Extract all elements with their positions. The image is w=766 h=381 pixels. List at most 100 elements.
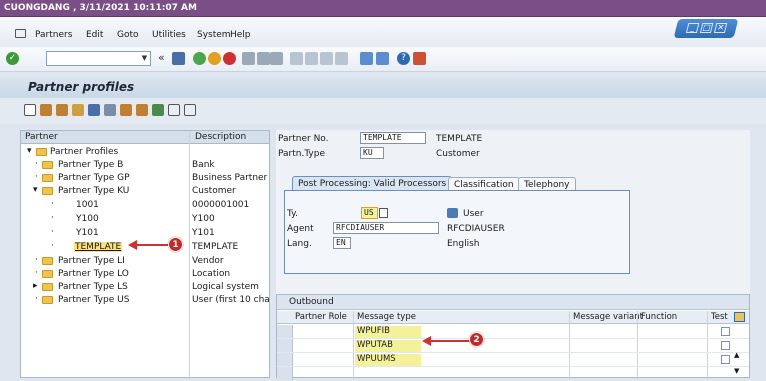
table-settings-icon[interactable] <box>734 312 745 322</box>
tree-node-y101[interactable]: · Y101 Y101 <box>21 227 269 239</box>
change-icon[interactable] <box>40 104 52 116</box>
row-selector[interactable] <box>277 325 293 338</box>
row-selector[interactable] <box>277 353 293 366</box>
display-icon[interactable] <box>56 104 68 116</box>
row-selector[interactable] <box>277 339 293 352</box>
language-field[interactable]: EN <box>333 237 351 249</box>
tree-desc: Bank <box>192 160 215 170</box>
delete-icon[interactable] <box>88 104 100 116</box>
check-icon[interactable] <box>104 104 116 116</box>
tree-desc: User (first 10 chara <box>192 295 269 305</box>
find-icon[interactable] <box>257 52 270 65</box>
refresh-icon[interactable] <box>152 104 164 116</box>
help-icon[interactable]: ? <box>397 52 410 65</box>
print-icon[interactable] <box>242 52 255 65</box>
folder-icon <box>42 283 53 291</box>
col-partner-role[interactable]: Partner Role <box>295 312 347 322</box>
tree-node-type-us[interactable]: · Partner Type US User (first 10 chara <box>21 294 269 306</box>
tree-node-type-ku[interactable]: ▾ Partner Type KU Customer <box>21 185 269 197</box>
menu-system[interactable]: System <box>197 30 231 40</box>
window-title-bar: CUONGDANG , 3/11/2021 10:11:07 AM <box>0 0 766 17</box>
message-type-cell: WPUTAB <box>355 340 421 352</box>
table-row[interactable]: WPUFIB <box>277 325 749 339</box>
col-message-type[interactable]: Message type <box>357 312 416 322</box>
table-row[interactable] <box>277 367 749 381</box>
test-checkbox[interactable] <box>721 341 730 350</box>
back-icon[interactable] <box>193 52 206 65</box>
collapsed-triangle-icon[interactable]: ▸ <box>33 281 38 291</box>
tree-node-root[interactable]: ▾ Partner Profiles <box>21 146 269 158</box>
expand-icon[interactable] <box>168 104 180 116</box>
agent-label: Agent <box>287 224 314 234</box>
next-page-icon[interactable] <box>320 52 333 65</box>
annotation-arrow-2 <box>430 340 470 342</box>
tab-telephony[interactable]: Telephony <box>518 177 576 191</box>
cancel-icon[interactable] <box>223 52 236 65</box>
tree-node-1001[interactable]: · 1001 0000001001 <box>21 199 269 211</box>
test-checkbox[interactable] <box>721 355 730 364</box>
command-field[interactable] <box>46 51 151 66</box>
first-page-icon[interactable] <box>290 52 303 65</box>
tree-desc: Y100 <box>192 214 215 224</box>
tree-node-type-ls[interactable]: ▸ Partner Type LS Logical system <box>21 281 269 293</box>
tree-node-type-li[interactable]: · Partner Type LI Vendor <box>21 255 269 267</box>
last-page-icon[interactable] <box>335 52 348 65</box>
menu-utilities[interactable]: Utilities <box>152 30 186 40</box>
exit-icon[interactable] <box>208 52 221 65</box>
copy-icon[interactable] <box>72 104 84 116</box>
partner-type-field[interactable]: KU <box>360 147 384 159</box>
col-message-variant[interactable]: Message variant <box>573 312 643 322</box>
scroll-down-icon[interactable]: ▼ <box>734 367 739 375</box>
col-test[interactable]: Test <box>711 312 728 322</box>
enter-check-icon[interactable]: ✓ <box>6 52 19 65</box>
tree-desc: Y101 <box>192 228 215 238</box>
tab-post-processing[interactable]: Post Processing: Valid Processors <box>292 176 453 190</box>
find-next-icon[interactable] <box>270 52 283 65</box>
maximize-icon[interactable]: □ <box>699 23 714 33</box>
partner-no-field[interactable]: TEMPLATE <box>360 132 426 144</box>
tree-node-type-b[interactable]: · Partner Type B Bank <box>21 159 269 171</box>
annotation-badge-2: 2 <box>469 332 484 347</box>
command-dropdown-icon[interactable]: ▼ <box>138 51 151 66</box>
col-function[interactable]: Function <box>641 312 677 322</box>
menu-goto[interactable]: Goto <box>117 30 139 40</box>
type-field[interactable]: US <box>361 207 378 219</box>
new-session-icon[interactable] <box>360 52 373 65</box>
shortcut-icon[interactable] <box>376 52 389 65</box>
scroll-up-icon[interactable]: ▲ <box>734 351 739 359</box>
close-icon[interactable]: ✕ <box>713 23 728 33</box>
partner-no-label: Partner No. <box>278 134 329 144</box>
value-help-icon[interactable] <box>379 208 388 218</box>
expanded-triangle-icon[interactable]: ▾ <box>33 185 38 195</box>
exit-menu-icon[interactable] <box>15 29 26 38</box>
test-checkbox[interactable] <box>721 327 730 336</box>
tree-node-type-lo[interactable]: · Partner Type LO Location <box>21 268 269 280</box>
menu-edit[interactable]: Edit <box>86 30 103 40</box>
save-icon[interactable] <box>172 52 185 65</box>
tree-label: Y100 <box>76 214 99 224</box>
folder-icon <box>42 187 53 195</box>
tree-label: Partner Type LO <box>58 269 129 279</box>
menu-partners[interactable]: Partners <box>35 30 72 40</box>
hierarchy-icon[interactable] <box>136 104 148 116</box>
menu-help[interactable]: Help <box>230 30 251 40</box>
minimize-icon[interactable]: _ <box>685 23 700 33</box>
outbound-title: Outbound <box>289 297 334 307</box>
row-selector[interactable] <box>277 367 293 380</box>
table-row[interactable]: WPUUMS <box>277 353 749 367</box>
back-arrows-icon[interactable]: « <box>158 51 165 64</box>
menu-bar: Partners Edit Goto Utilities System Help <box>0 17 766 47</box>
create-icon[interactable] <box>24 104 36 116</box>
agent-field[interactable]: RFCDIAUSER <box>333 222 439 234</box>
transport-icon[interactable] <box>120 104 132 116</box>
previous-page-icon[interactable] <box>305 52 318 65</box>
tree-node-type-gp[interactable]: · Partner Type GP Business Partner <box>21 172 269 184</box>
table-row[interactable]: WPUTAB <box>277 339 749 353</box>
expanded-triangle-icon[interactable]: ▾ <box>27 146 32 156</box>
tree-node-y100[interactable]: · Y100 Y100 <box>21 213 269 225</box>
tab-classification[interactable]: Classification <box>448 177 520 191</box>
collapse-icon[interactable] <box>184 104 196 116</box>
tree-node-template[interactable]: · TEMPLATE TEMPLATE <box>21 241 269 253</box>
annotation-arrow-1 <box>136 244 170 246</box>
layout-icon[interactable] <box>413 52 426 65</box>
